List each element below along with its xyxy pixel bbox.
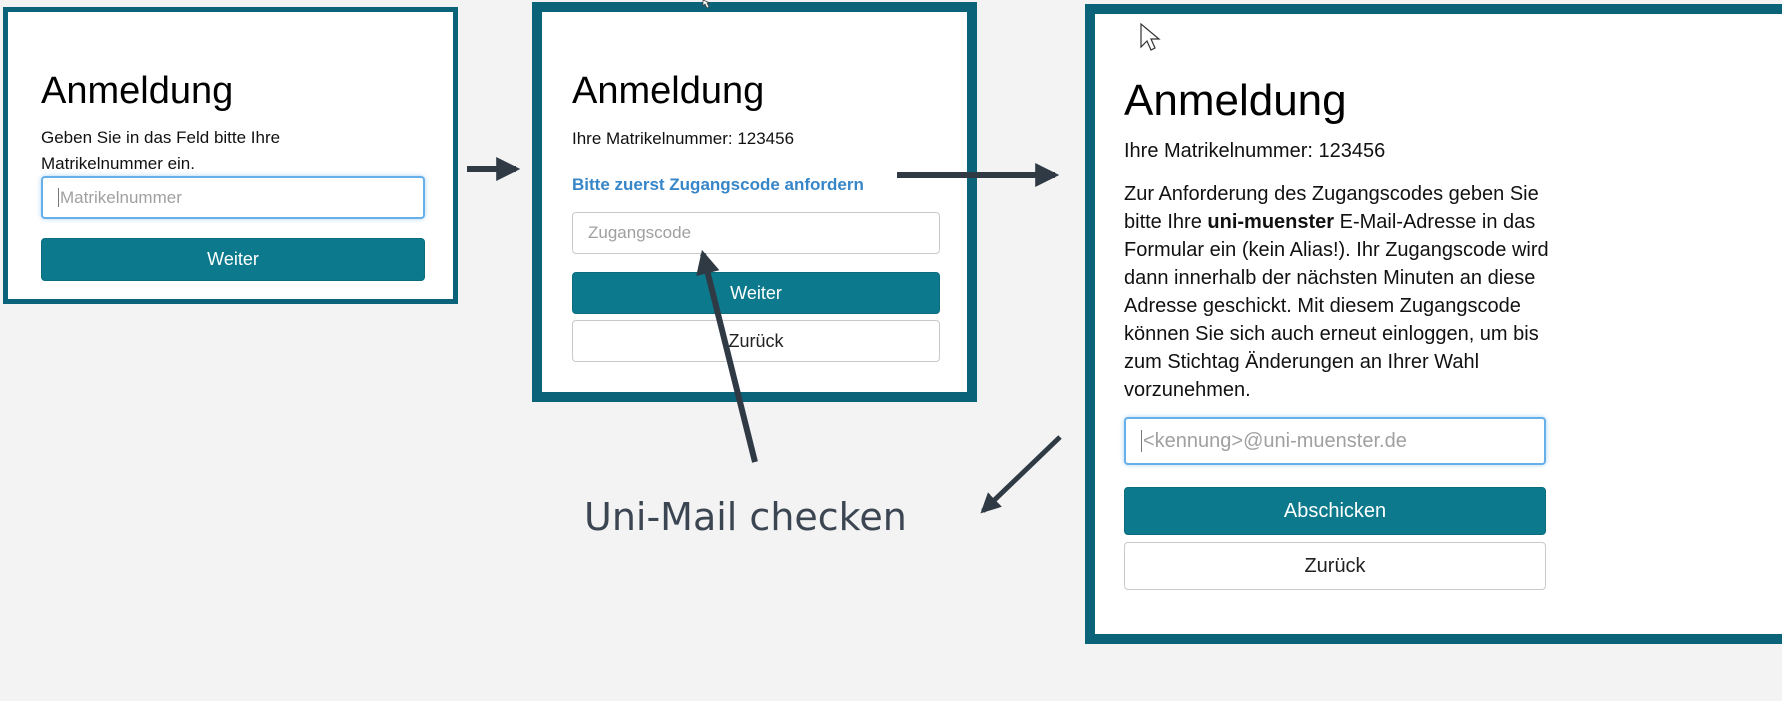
mouse-pointer-icon — [1140, 22, 1161, 51]
arrow-step3-to-caption — [980, 435, 1062, 514]
small-cursor-icon — [702, 0, 711, 9]
flow-arrows-overlay — [467, 0, 1161, 514]
arrow-mail-to-code-input — [696, 249, 758, 463]
